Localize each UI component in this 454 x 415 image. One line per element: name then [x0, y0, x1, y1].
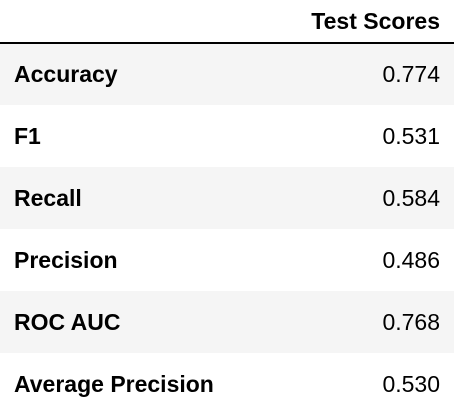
- test-scores-column-header: Test Scores: [290, 0, 454, 44]
- table-body: Accuracy 0.774 F1 0.531 Recall 0.584 Pre…: [0, 43, 454, 415]
- row-value: 0.584: [382, 184, 440, 211]
- row-value: 0.531: [382, 122, 440, 149]
- row-label: Accuracy: [14, 61, 118, 87]
- row-value: 0.768: [382, 308, 440, 335]
- row-label: ROC AUC: [14, 308, 121, 335]
- table-row: Recall 0.584: [0, 167, 454, 229]
- row-value: 0.774: [382, 61, 440, 87]
- table-row: F1 0.531: [0, 105, 454, 167]
- row-label: Precision: [14, 246, 118, 273]
- scores-table-container: Test Scores Accuracy 0.774 F1 0.531 Reca…: [0, 0, 454, 415]
- header-row: Test Scores: [0, 0, 454, 44]
- index-column-header: [0, 0, 290, 44]
- scores-table: Test Scores Accuracy 0.774 F1 0.531 Reca…: [0, 0, 454, 415]
- table-row: Accuracy 0.774: [0, 43, 454, 105]
- table-header: Test Scores: [0, 0, 454, 44]
- table-row: Precision 0.486: [0, 229, 454, 291]
- table-row: Average Precision 0.530: [0, 353, 454, 415]
- row-value: 0.486: [382, 246, 440, 273]
- row-value: 0.530: [382, 370, 440, 397]
- row-label: Recall: [14, 184, 82, 211]
- row-label: Average Precision: [14, 370, 214, 397]
- table-row: ROC AUC 0.768: [0, 291, 454, 353]
- row-label: F1: [14, 122, 41, 149]
